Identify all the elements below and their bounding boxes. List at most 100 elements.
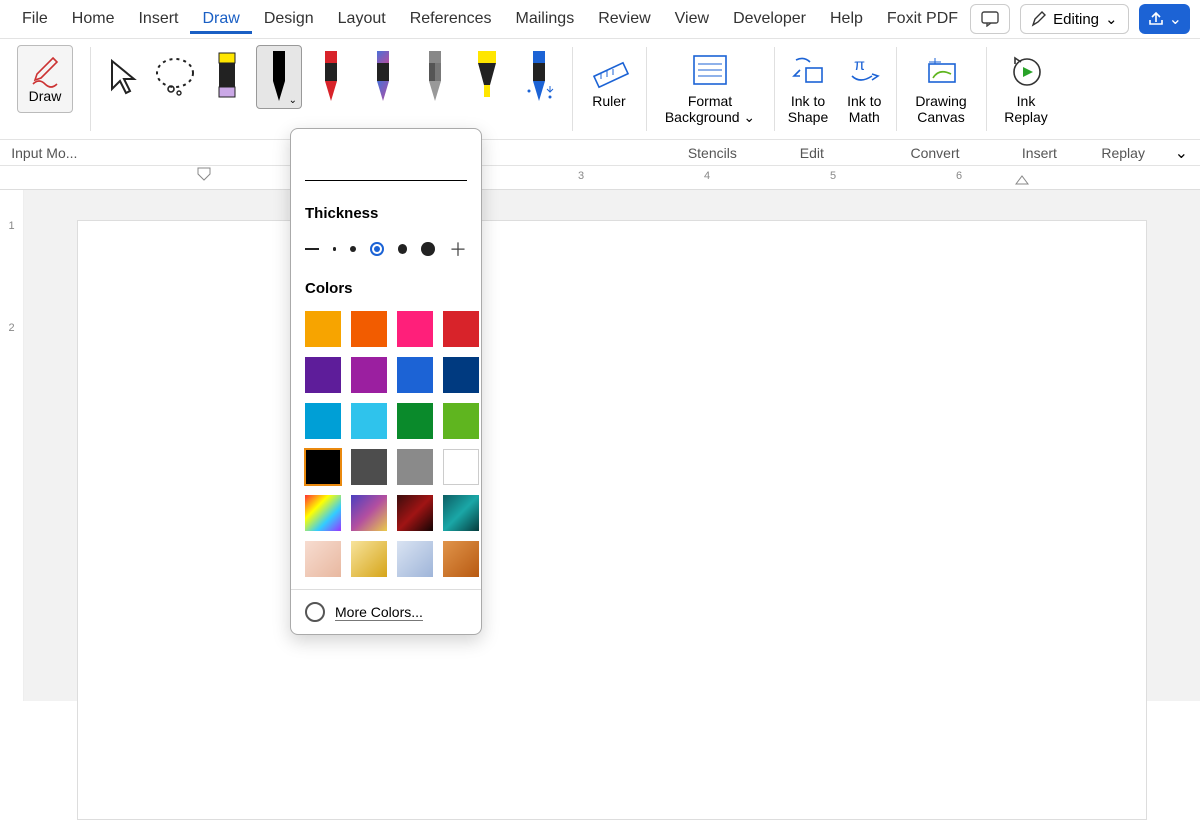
page-background [24,190,1200,701]
menubar: File Home Insert Draw Design Layout Refe… [0,0,1200,38]
color-swatch-14[interactable] [397,449,433,485]
color-swatch-3[interactable] [443,311,479,347]
thickness-3-selected[interactable] [370,242,384,256]
action-pen-blue[interactable] [516,45,562,109]
menu-design[interactable]: Design [252,4,326,34]
share-icon [1147,11,1165,27]
color-swatch-4[interactable] [305,357,341,393]
color-swatch-0[interactable] [305,311,341,347]
menu-review[interactable]: Review [586,4,662,34]
comments-button[interactable] [970,4,1010,34]
menu-developer[interactable]: Developer [721,4,818,34]
color-swatch-5[interactable] [351,357,387,393]
color-swatch-9[interactable] [351,403,387,439]
menu-references[interactable]: References [398,4,504,34]
color-swatch-7[interactable] [443,357,479,393]
group-replay: InkReplay [986,39,1066,139]
thickness-5[interactable] [421,242,435,256]
lasso-tool[interactable] [152,45,198,109]
menu-mailings[interactable]: Mailings [504,4,587,34]
editing-label: Editing [1053,11,1099,28]
format-bg-label-2: Background ⌄ [665,109,755,126]
more-colors-label: More Colors... [335,604,423,621]
group-input-mode: Draw [0,39,90,139]
highlighter-yellow[interactable] [464,45,510,109]
stroke-preview [305,157,467,181]
color-swatch-12[interactable] [305,449,341,485]
share-button[interactable]: ⌄ [1139,4,1190,34]
color-swatch-19[interactable] [443,495,479,531]
menu-view[interactable]: View [663,4,721,34]
menu-layout[interactable]: Layout [326,4,398,34]
color-swatch-22[interactable] [397,541,433,577]
lined-page-icon [690,54,730,88]
color-swatch-21[interactable] [351,541,387,577]
menu-draw[interactable]: Draw [190,4,251,34]
color-swatch-8[interactable] [305,403,341,439]
color-swatch-17[interactable] [351,495,387,531]
right-indent-marker-icon[interactable] [1014,172,1034,188]
ribbon: Draw ⌄ [0,38,1200,140]
document-page[interactable] [77,220,1147,820]
chevron-down-icon[interactable]: ⌄ [289,95,297,106]
color-swatch-1[interactable] [351,311,387,347]
draw-label: Draw [29,88,62,104]
color-swatch-11[interactable] [443,403,479,439]
ink-replay-icon [1007,54,1045,88]
pen-galaxy[interactable] [360,45,406,109]
group-convert: Ink toShape π Ink toMath [774,39,896,139]
ink-replay-button[interactable]: InkReplay [998,45,1054,137]
color-swatch-10[interactable] [397,403,433,439]
menu-insert[interactable]: Insert [126,4,190,34]
editing-mode-button[interactable]: Editing ⌄ [1020,4,1128,34]
pen-black[interactable]: ⌄ [256,45,302,109]
color-swatch-23[interactable] [443,541,479,577]
format-background-button[interactable]: Format Background ⌄ [659,45,761,137]
lasso-icon [153,55,197,99]
draw-toggle-button[interactable]: Draw [17,45,73,113]
ink-to-shape-button[interactable]: Ink toShape [782,45,834,137]
horizontal-ruler[interactable]: 3 4 5 6 [0,166,1200,190]
color-swatch-16[interactable] [305,495,341,531]
color-swatch-20[interactable] [305,541,341,577]
color-swatch-15[interactable] [443,449,479,485]
color-swatch-2[interactable] [397,311,433,347]
document-area: 1 2 [0,190,1200,701]
group-label-stencils: Stencils [676,140,749,165]
menu-help[interactable]: Help [818,4,875,34]
ruler-button[interactable]: Ruler [583,45,635,137]
cursor-icon [106,55,140,99]
thickness-more[interactable]: ＋ [449,236,467,262]
thickness-2[interactable] [350,246,356,252]
eraser-tool[interactable] [204,45,250,109]
collapse-ribbon-button[interactable]: ⌄ [1163,140,1200,165]
highlighter-icon [472,51,502,103]
group-stencils: Ruler [572,39,646,139]
color-swatch-18[interactable] [397,495,433,531]
palette-icon [305,602,325,622]
drawing-canvas-button[interactable]: DrawingCanvas [909,45,972,137]
chevron-down-icon: ⌄ [1105,10,1118,28]
menu-foxit-pdf[interactable]: Foxit PDF [875,4,970,34]
action-pen-icon [523,51,555,103]
format-bg-label-1: Format [688,93,732,109]
thickness-thinnest[interactable] [305,248,319,250]
group-label-convert: Convert [875,140,995,165]
indent-marker-icon[interactable] [196,166,216,186]
menu-home[interactable]: Home [60,4,127,34]
ink-to-math-button[interactable]: π Ink toMath [840,45,888,137]
menu-file[interactable]: File [10,4,60,34]
pencil-icon [1031,11,1047,27]
thickness-4[interactable] [398,244,408,254]
vertical-ruler[interactable]: 1 2 [0,190,24,701]
color-swatch-6[interactable] [397,357,433,393]
pen-red[interactable] [308,45,354,109]
thickness-1[interactable] [333,247,337,251]
pen-icon [317,51,345,103]
more-colors-button[interactable]: More Colors... [291,589,481,634]
group-label-input-mode: Input Mo... [0,140,89,165]
pencil-gray[interactable] [412,45,458,109]
pointer-tool[interactable] [100,45,146,109]
ink-to-math-icon: π [846,54,882,88]
color-swatch-13[interactable] [351,449,387,485]
